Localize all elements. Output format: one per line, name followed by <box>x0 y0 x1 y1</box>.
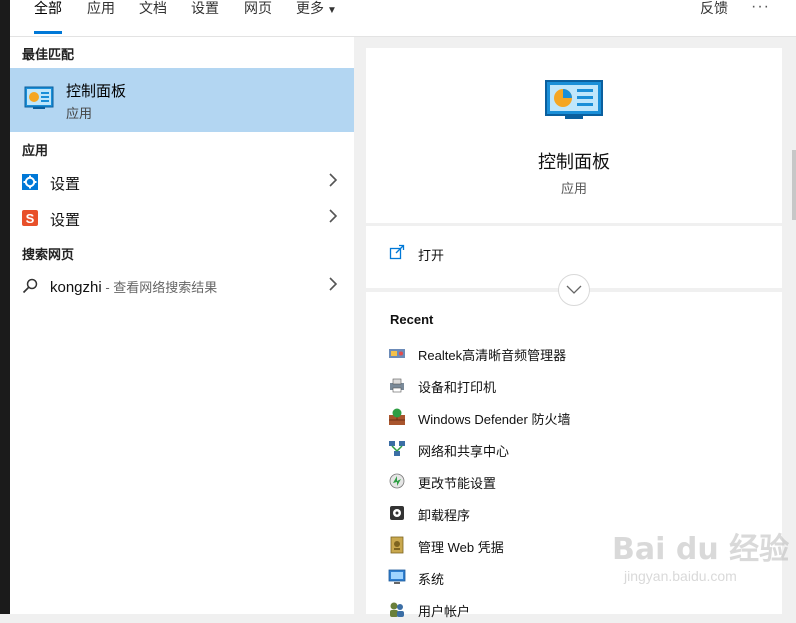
open-label: 打开 <box>418 248 445 263</box>
chevron-right-icon[interactable] <box>328 170 338 190</box>
control-panel-icon <box>545 80 603 119</box>
recent-item-label: 系统 <box>418 572 445 587</box>
tab-all[interactable]: 全部 <box>34 0 62 34</box>
web-search-desc: - 查看网络搜索结果 <box>101 280 218 295</box>
apps-header: 应用 <box>22 143 49 158</box>
recent-item[interactable]: 更改节能设置 <box>388 469 768 495</box>
search-filter-tabbar: 全部 应用 文档 设置 网页 更多 ▼ 反馈 ··· <box>10 0 796 37</box>
web-search-result[interactable]: kongzhi - 查看网络搜索结果 <box>10 269 354 303</box>
detail-title: 控制面板 <box>538 152 610 172</box>
network-icon <box>389 441 405 456</box>
best-match-subtitle: 应用 <box>66 106 93 121</box>
recent-item-label: 管理 Web 凭据 <box>418 540 504 555</box>
open-external-icon <box>389 244 405 260</box>
control-panel-icon <box>24 86 54 109</box>
gear-icon <box>22 174 38 190</box>
watermark-brand: Bai du 经验 <box>612 532 790 567</box>
credential-icon <box>390 536 404 554</box>
firewall-icon <box>389 408 405 425</box>
recent-header: Recent <box>390 312 434 327</box>
recent-item-label: Windows Defender 防火墙 <box>418 412 571 427</box>
app-result-settings[interactable]: 设置 <box>10 165 354 199</box>
watermark: Bai du 经验 jingyan.baidu.com <box>612 524 792 594</box>
tab-apps[interactable]: 应用 <box>87 0 115 34</box>
best-match-item[interactable]: 控制面板 应用 <box>10 68 354 132</box>
detail-subtitle: 应用 <box>560 181 587 196</box>
recent-item-label: 用户帐户 <box>418 604 471 619</box>
best-match-header: 最佳匹配 <box>22 47 75 62</box>
app-result-label: 设置 <box>50 176 81 193</box>
tab-web[interactable]: 网页 <box>244 0 272 34</box>
uninstall-icon <box>390 506 404 520</box>
recent-item[interactable]: 用户帐户 <box>388 597 768 623</box>
results-panel: 最佳匹配 控制面板 应用 应用 设置 S 设置 搜索网页 kongzhi - 查… <box>10 37 354 614</box>
web-search-header: 搜索网页 <box>22 247 75 262</box>
expand-button[interactable] <box>558 274 590 306</box>
recent-item[interactable]: Windows Defender 防火墙 <box>388 405 768 431</box>
sogou-s-icon: S <box>22 210 38 226</box>
tab-more[interactable]: 更多 ▼ <box>296 0 337 34</box>
users-icon <box>390 602 404 617</box>
power-icon <box>389 473 405 489</box>
scrollbar[interactable] <box>792 150 796 220</box>
web-search-text: kongzhi - 查看网络搜索结果 <box>50 277 217 296</box>
feedback-button[interactable]: 反馈 <box>700 0 728 17</box>
recent-item[interactable]: 网络和共享中心 <box>388 437 768 463</box>
tab-documents[interactable]: 文档 <box>139 0 167 34</box>
search-icon <box>22 278 38 294</box>
recent-item[interactable]: Realtek高清晰音频管理器 <box>388 341 768 367</box>
svg-text:S: S <box>26 211 35 226</box>
chevron-down-icon: ▼ <box>327 5 337 16</box>
chevron-right-icon[interactable] <box>328 274 338 294</box>
tab-settings[interactable]: 设置 <box>191 0 219 34</box>
recent-item-label: Realtek高清晰音频管理器 <box>418 348 567 363</box>
watermark-url: jingyan.baidu.com <box>624 568 737 584</box>
printer-icon <box>390 378 404 393</box>
app-result-label: 设置 <box>50 212 81 229</box>
recent-item-label: 网络和共享中心 <box>418 444 510 459</box>
recent-item-label: 设备和打印机 <box>418 380 497 395</box>
web-search-query: kongzhi <box>50 279 102 296</box>
chevron-down-icon <box>566 285 582 294</box>
system-monitor-icon <box>388 569 406 584</box>
ellipsis-icon[interactable]: ··· <box>751 0 770 16</box>
best-match-title: 控制面板 <box>66 83 127 100</box>
left-edge-bar <box>0 0 10 614</box>
open-action[interactable]: 打开 <box>366 226 782 280</box>
app-result-settings-sogou[interactable]: S 设置 <box>10 201 354 235</box>
recent-item-label: 更改节能设置 <box>418 476 497 491</box>
detail-header-card: 控制面板 应用 <box>366 48 782 223</box>
audio-manager-icon <box>389 349 405 358</box>
recent-item-label: 卸载程序 <box>418 508 471 523</box>
recent-item[interactable]: 设备和打印机 <box>388 373 768 399</box>
tab-more-label: 更多 <box>296 0 324 16</box>
chevron-right-icon[interactable] <box>328 206 338 226</box>
